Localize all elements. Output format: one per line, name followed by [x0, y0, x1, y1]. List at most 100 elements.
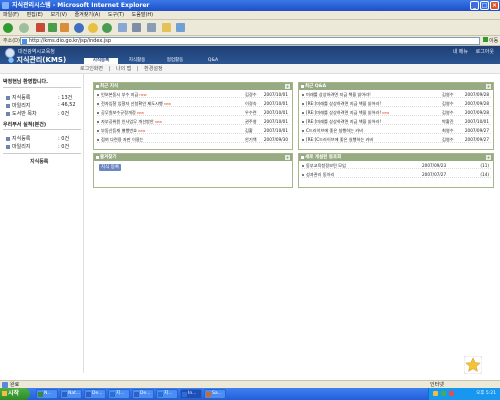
list-item[interactable]: [RE:]미래를 상상하려면 지금 책을 읽어라!new 김영수 2007/09/2…	[302, 110, 491, 116]
more-icon[interactable]: +	[486, 84, 491, 89]
favorites-icon[interactable]	[88, 23, 98, 33]
tray-icon[interactable]	[433, 391, 438, 396]
taskbar-item[interactable]: Sa...	[204, 389, 226, 399]
menu-help[interactable]: 도움말(H)	[132, 12, 153, 18]
more-icon[interactable]: +	[285, 84, 290, 89]
item-title[interactable]: [RE:]C드라이브에 좋은 실행하는 카비	[306, 137, 373, 143]
item-title[interactable]: [RE:]미래를 상상하려면 지금 책을 읽어라!	[306, 101, 381, 107]
item-title[interactable]: 접여 다련용 자판 이용는	[101, 137, 144, 143]
history-icon[interactable]	[102, 23, 112, 33]
list-item[interactable]: 성과관리 동아리 2007/07/27 (14)	[302, 172, 491, 178]
list-item[interactable]: 부동산등재 별행번호new 김황 2007/10/01	[97, 128, 290, 134]
club-name[interactable]: 성과관리 동아리	[306, 172, 334, 178]
item-title[interactable]: 전자입찰 입찰자 신청확인 제도시행new	[101, 101, 171, 107]
panel-header: 최근 Q&A	[299, 83, 493, 90]
club-name[interactable]: 동부교육청정보민 모임	[306, 163, 346, 169]
left-panel: 박정현님 환영합니다. 지식등록: 13건 마일리지: 46,52 도서반 목차…	[0, 74, 84, 373]
list-item[interactable]: 미래를 상상하려면 지금 책을 읽어라! 김영수 2007/09/28	[302, 92, 491, 98]
item-title[interactable]: [RE:]미래를 상상하려면 지금 책을 읽어라!	[306, 119, 381, 125]
list-item[interactable]: C드라이브에 좋은 실행하는 카비 최영수 2007/09/27	[302, 128, 491, 134]
item-title[interactable]: 인보본동시 부수 지급new	[101, 92, 147, 98]
my-menu-link[interactable]: 내 메뉴	[453, 49, 468, 55]
list-item[interactable]: 자부공위원 인사업무 개선방안new 권주영 2007/10/01	[97, 119, 290, 125]
system-tray: 오후 5:21	[428, 388, 500, 400]
close-button[interactable]: ×	[490, 1, 499, 10]
subnav-settings[interactable]: 환경설정	[144, 66, 162, 72]
tray-icon[interactable]	[449, 391, 454, 396]
subnav-mymap[interactable]: 나의 맵	[116, 66, 131, 72]
item-title[interactable]: [RE:]미래를 상상하려면 지금 책을 읽어라!new	[306, 110, 389, 116]
menu-edit[interactable]: 편집(E)	[27, 12, 43, 18]
search-icon[interactable]	[74, 23, 84, 33]
menu-tools[interactable]: 도구(T)	[108, 12, 124, 18]
back-icon[interactable]	[3, 23, 13, 33]
go-label: 이동	[489, 38, 499, 44]
start-button[interactable]: 시작	[0, 388, 30, 400]
list-item[interactable]: [RE:]미래를 상상하려면 지금 책을 읽어라! 박황진 2007/10/01	[302, 119, 491, 125]
greeting: 박정현님 환영합니다.	[3, 79, 49, 85]
minimize-button[interactable]: _	[470, 1, 479, 10]
panel-header: 즐겨찾기	[94, 154, 292, 161]
new-badge: new	[138, 129, 146, 133]
folder-icon[interactable]	[162, 23, 171, 32]
item-author: 이경숙	[245, 101, 257, 106]
start-label: 시작	[8, 390, 20, 397]
taskbar-item[interactable]: Nat...	[60, 389, 82, 399]
item-title[interactable]: 자부공위원 인사업무 개선방안new	[101, 119, 162, 125]
list-item[interactable]: [RE:]C드라이브에 좋은 실행하는 카비 김영수 2007/09/27	[302, 137, 491, 143]
list-item[interactable]: 접여 다련용 자판 이용는 안기백 2007/09/30	[97, 137, 290, 143]
go-button[interactable]: 이동	[483, 37, 498, 45]
stat-row: 마일리지: 46,52	[6, 102, 76, 109]
stat-value: : 0건	[58, 144, 70, 150]
mail-icon[interactable]	[118, 23, 127, 32]
maximize-button[interactable]: □	[480, 1, 489, 10]
item-title[interactable]: 공무원보수규정개정new	[101, 110, 144, 116]
item-author: 박황진	[442, 119, 454, 124]
star-icon[interactable]	[464, 356, 482, 374]
bullet-icon	[302, 130, 304, 132]
forward-icon[interactable]	[19, 23, 29, 33]
taskbar-item[interactable]: De...	[132, 389, 154, 399]
menu-file[interactable]: 파일(F)	[3, 12, 19, 18]
logout-link[interactable]: 로그아웃	[476, 49, 494, 55]
home-icon[interactable]	[60, 23, 69, 32]
register-knowledge-button[interactable]: 지식등록	[30, 158, 48, 165]
taskbar-item[interactable]: N...	[36, 389, 58, 399]
list-item[interactable]: 동부교육청정보민 모임 2007/09/23 (11)	[302, 163, 491, 169]
list-item[interactable]: [RE:]미래를 상상하려면 지금 책을 읽어라! 김영수 2007/09/28	[302, 101, 491, 107]
clock: 오후 5:21	[476, 391, 496, 396]
item-date: 2007/09/28	[464, 92, 489, 97]
taskbar-item[interactable]: 지...	[156, 389, 178, 399]
taskbar-label: De...	[140, 391, 151, 396]
address-input[interactable]: http://kms.dio.go.kr/jsp/index.jsp	[20, 37, 480, 45]
item-date: 2007/10/01	[263, 110, 288, 115]
refresh-icon[interactable]	[48, 23, 57, 32]
messenger-icon[interactable]	[176, 23, 185, 32]
quick-register-button[interactable]: 지식 등록	[99, 164, 121, 171]
tray-icon[interactable]	[441, 391, 446, 396]
item-date: 2007/09/27	[464, 128, 489, 133]
menu-favorites[interactable]: 즐겨찾기(A)	[75, 12, 101, 18]
edit-icon[interactable]	[147, 23, 156, 32]
more-icon[interactable]: +	[486, 155, 491, 160]
print-icon[interactable]	[132, 23, 141, 32]
item-title[interactable]: 미래를 상상하려면 지금 책을 읽어라!	[306, 92, 371, 98]
menu-view[interactable]: 보기(V)	[50, 12, 67, 18]
item-title[interactable]: 부동산등재 별행번호new	[101, 128, 145, 134]
club-date: 2007/09/23	[422, 163, 447, 168]
more-icon[interactable]: +	[285, 155, 290, 160]
stop-icon[interactable]	[36, 23, 45, 32]
taskbar-item[interactable]: In...	[180, 389, 202, 399]
list-item[interactable]: 공무원보수규정개정new 우수련 2007/10/01	[97, 110, 290, 116]
item-title[interactable]: C드라이브에 좋은 실행하는 카비	[306, 128, 363, 134]
item-date: 2007/09/30	[263, 137, 288, 142]
item-author: 최영수	[442, 128, 454, 133]
taskbar-item[interactable]: 지...	[108, 389, 130, 399]
divider	[3, 153, 81, 154]
recent-knowledge-panel: 최근 지식 + 인보본동시 부수 지급new 김경수 2007/10/01 전자입찰 …	[93, 82, 293, 150]
taskbar-item[interactable]: De...	[84, 389, 106, 399]
list-item[interactable]: 인보본동시 부수 지급new 김경수 2007/10/01	[97, 92, 290, 98]
list-item[interactable]: 전자입찰 입찰자 신청확인 제도시행new 이경숙 2007/10/01	[97, 101, 290, 107]
subnav-login[interactable]: 로그인화면	[80, 66, 103, 72]
menu-bar: 파일(F) 편집(E) 보기(V) 즐겨찾기(A) 도구(T) 도움말(H)	[0, 11, 500, 20]
